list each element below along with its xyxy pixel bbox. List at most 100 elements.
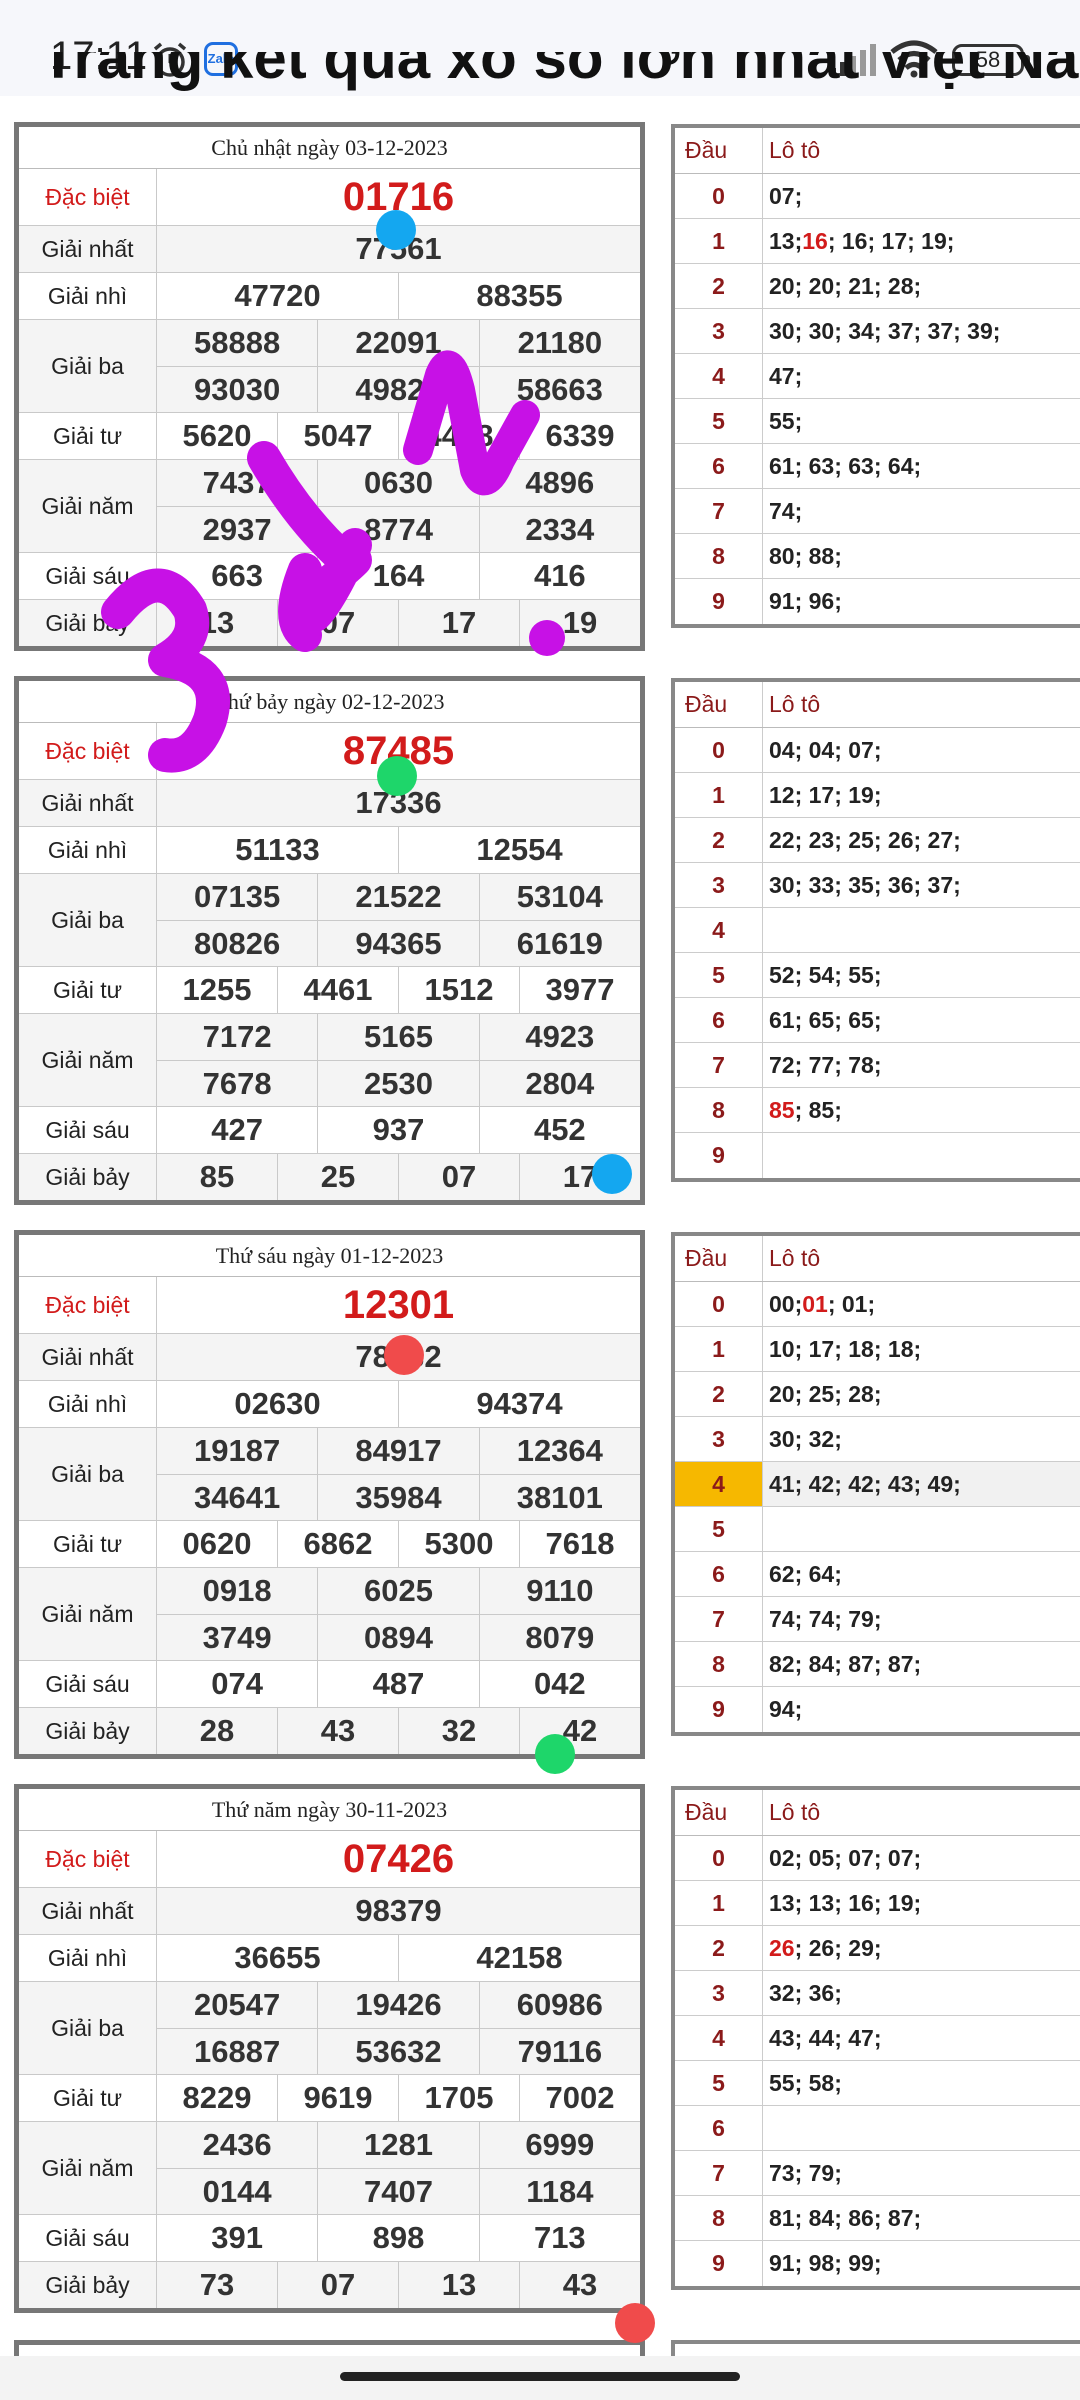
prize-row: Giải năm 7172 5165 4923 7678 2530 2804	[19, 1014, 640, 1107]
loto-head-digit: 6	[675, 2106, 763, 2150]
prize-number: 2530	[317, 1061, 478, 1106]
loto-row[interactable]: 1 13; 16; 16; 17; 19;	[675, 219, 1080, 264]
loto-value: 20; 25; 28;	[769, 1380, 882, 1407]
prize-number: 5300	[398, 1521, 519, 1567]
loto-row[interactable]: 0 07;	[675, 174, 1080, 219]
loto-row[interactable]: 4 41; 42; 42; 43; 49;	[675, 1462, 1080, 1507]
prize-number: 5165	[317, 1014, 478, 1060]
prize-number: 36655	[234, 1940, 321, 1975]
prize-number: 73	[199, 2267, 235, 2302]
loto-row[interactable]: 3 32; 36;	[675, 1971, 1080, 2016]
loto-values: 10; 17; 18; 18;	[763, 1327, 1080, 1371]
loto-value: 72; 77; 78;	[769, 1051, 882, 1078]
loto-values	[763, 2106, 1080, 2150]
loto-head-digit: 5	[675, 953, 763, 997]
prize-number: 43	[277, 1708, 398, 1754]
loto-value: 81; 84; 86; 87;	[769, 2204, 922, 2231]
loto-values: 07;	[763, 174, 1080, 218]
loto-row[interactable]: 8 85; 85;	[675, 1088, 1080, 1133]
loto-row[interactable]: 3 30; 30; 34; 37; 37; 39;	[675, 309, 1080, 354]
loto-row[interactable]: 8 80; 88;	[675, 534, 1080, 579]
loto-row[interactable]: 4 47;	[675, 354, 1080, 399]
loto-row[interactable]: 9	[675, 1133, 1080, 1178]
prize-number: 2937	[202, 511, 272, 547]
loto-head-digit: 0	[675, 1836, 763, 1880]
loto-values: 80; 88;	[763, 534, 1080, 578]
loto-header: Đầu Lô tô	[675, 128, 1080, 174]
loto-row[interactable]: 8 82; 84; 87; 87;	[675, 1642, 1080, 1687]
loto-head-digit: 7	[675, 489, 763, 533]
prize-number: 77561	[355, 231, 442, 266]
prize-label: Đặc biệt	[19, 1277, 157, 1333]
loto-table: Đầu Lô tô 0 00; 01; 01; 1 10; 17; 18; 18; 2 20;…	[671, 1232, 1080, 1736]
loto-row[interactable]: 9 91; 96;	[675, 579, 1080, 624]
loto-values: 26; 26; 29;	[763, 1926, 1080, 1970]
loto-head-digit: 6	[675, 444, 763, 488]
loto-row[interactable]: 3 30; 33; 35; 36; 37;	[675, 863, 1080, 908]
loto-row[interactable]: 1 12; 17; 19;	[675, 773, 1080, 818]
loto-row[interactable]: 1 13; 13; 16; 19;	[675, 1881, 1080, 1926]
loto-row[interactable]: 2 20; 20; 21; 28;	[675, 264, 1080, 309]
prize-row: Giải nhất 98379	[19, 1888, 640, 1935]
loto-row[interactable]: 4	[675, 908, 1080, 953]
loto-row[interactable]: 3 30; 32;	[675, 1417, 1080, 1462]
prize-label: Giải ba	[19, 874, 157, 966]
prize-number: 78432	[355, 1339, 442, 1374]
prize-number: 25	[277, 1154, 398, 1200]
loto-row[interactable]: 5 55; 58;	[675, 2061, 1080, 2106]
loto-row[interactable]: 4 43; 44; 47;	[675, 2016, 1080, 2061]
prize-label: Giải năm	[19, 1014, 157, 1106]
prize-row: Giải tư 1255 4461 1512 3977	[19, 967, 640, 1014]
prize-label: Giải ba	[19, 1982, 157, 2074]
loto-value: ; 85;	[794, 1096, 842, 1123]
loto-row[interactable]: 2 20; 25; 28;	[675, 1372, 1080, 1417]
loto-value: 61; 63; 63; 64;	[769, 452, 922, 479]
prize-number: 0894	[317, 1615, 478, 1660]
prize-number: 34641	[194, 1479, 281, 1515]
loto-row[interactable]: 5	[675, 1507, 1080, 1552]
loto-row[interactable]: 5 55;	[675, 399, 1080, 444]
prize-row: Giải ba 58888 22091 21180 93030 49829 58663	[19, 320, 640, 413]
loto-row[interactable]: 9 94;	[675, 1687, 1080, 1732]
loto-row[interactable]: 6 62; 64;	[675, 1552, 1080, 1597]
loto-row[interactable]: 0 02; 05; 07; 07;	[675, 1836, 1080, 1881]
loto-row[interactable]: 9 91; 98; 99;	[675, 2241, 1080, 2286]
loto-highlight-value: 85	[769, 1096, 795, 1123]
loto-row[interactable]: 2 26; 26; 29;	[675, 1926, 1080, 1971]
loto-value: 55; 58;	[769, 2069, 842, 2096]
loto-row[interactable]: 7 72; 77; 78;	[675, 1043, 1080, 1088]
loto-head-digit: 2	[675, 1372, 763, 1416]
prize-number: 1281	[317, 2122, 478, 2168]
home-gesture-handle[interactable]	[340, 2372, 740, 2381]
loto-table: Đầu Lô tô 0 04; 04; 07; 1 12; 17; 19; 2 22; 23;…	[671, 678, 1080, 1182]
prize-number: 02630	[234, 1386, 321, 1421]
loto-values: 20; 20; 21; 28;	[763, 264, 1080, 308]
prize-number: 80826	[194, 925, 281, 961]
loto-row[interactable]: 2 22; 23; 25; 26; 27;	[675, 818, 1080, 863]
prize-number: 1512	[398, 967, 519, 1013]
loto-row[interactable]: 7 74;	[675, 489, 1080, 534]
loto-row[interactable]: 0 04; 04; 07;	[675, 728, 1080, 773]
result-table: Chủ nhật ngày 03-12-2023 Đặc biệt 01716 Giả…	[14, 122, 645, 651]
prize-row: Giải tư 0620 6862 5300 7618	[19, 1521, 640, 1568]
loto-value: 02; 05; 07; 07;	[769, 1844, 922, 1871]
prize-number: 38101	[478, 1475, 640, 1520]
loto-values: 55;	[763, 399, 1080, 443]
loto-row[interactable]: 8 81; 84; 86; 87;	[675, 2196, 1080, 2241]
loto-value: ; 16; 17; 19;	[827, 227, 955, 254]
loto-row[interactable]: 7 73; 79;	[675, 2151, 1080, 2196]
loto-values: 04; 04; 07;	[763, 728, 1080, 772]
loto-row[interactable]: 7 74; 74; 79;	[675, 1597, 1080, 1642]
prize-label: Giải ba	[19, 1428, 157, 1520]
prize-label: Giải ba	[19, 320, 157, 412]
loto-row[interactable]: 1 10; 17; 18; 18;	[675, 1327, 1080, 1372]
loto-row[interactable]: 0 00; 01; 01;	[675, 1282, 1080, 1327]
loto-row[interactable]: 6 61; 63; 63; 64;	[675, 444, 1080, 489]
loto-row[interactable]: 6 61; 65; 65;	[675, 998, 1080, 1043]
loto-value: 12; 17; 19;	[769, 781, 882, 808]
loto-row[interactable]: 6	[675, 2106, 1080, 2151]
loto-head-digit: 0	[675, 1282, 763, 1326]
loto-highlight-value: 16	[802, 227, 828, 254]
loto-header-label: Lô tô	[769, 137, 821, 163]
loto-row[interactable]: 5 52; 54; 55;	[675, 953, 1080, 998]
